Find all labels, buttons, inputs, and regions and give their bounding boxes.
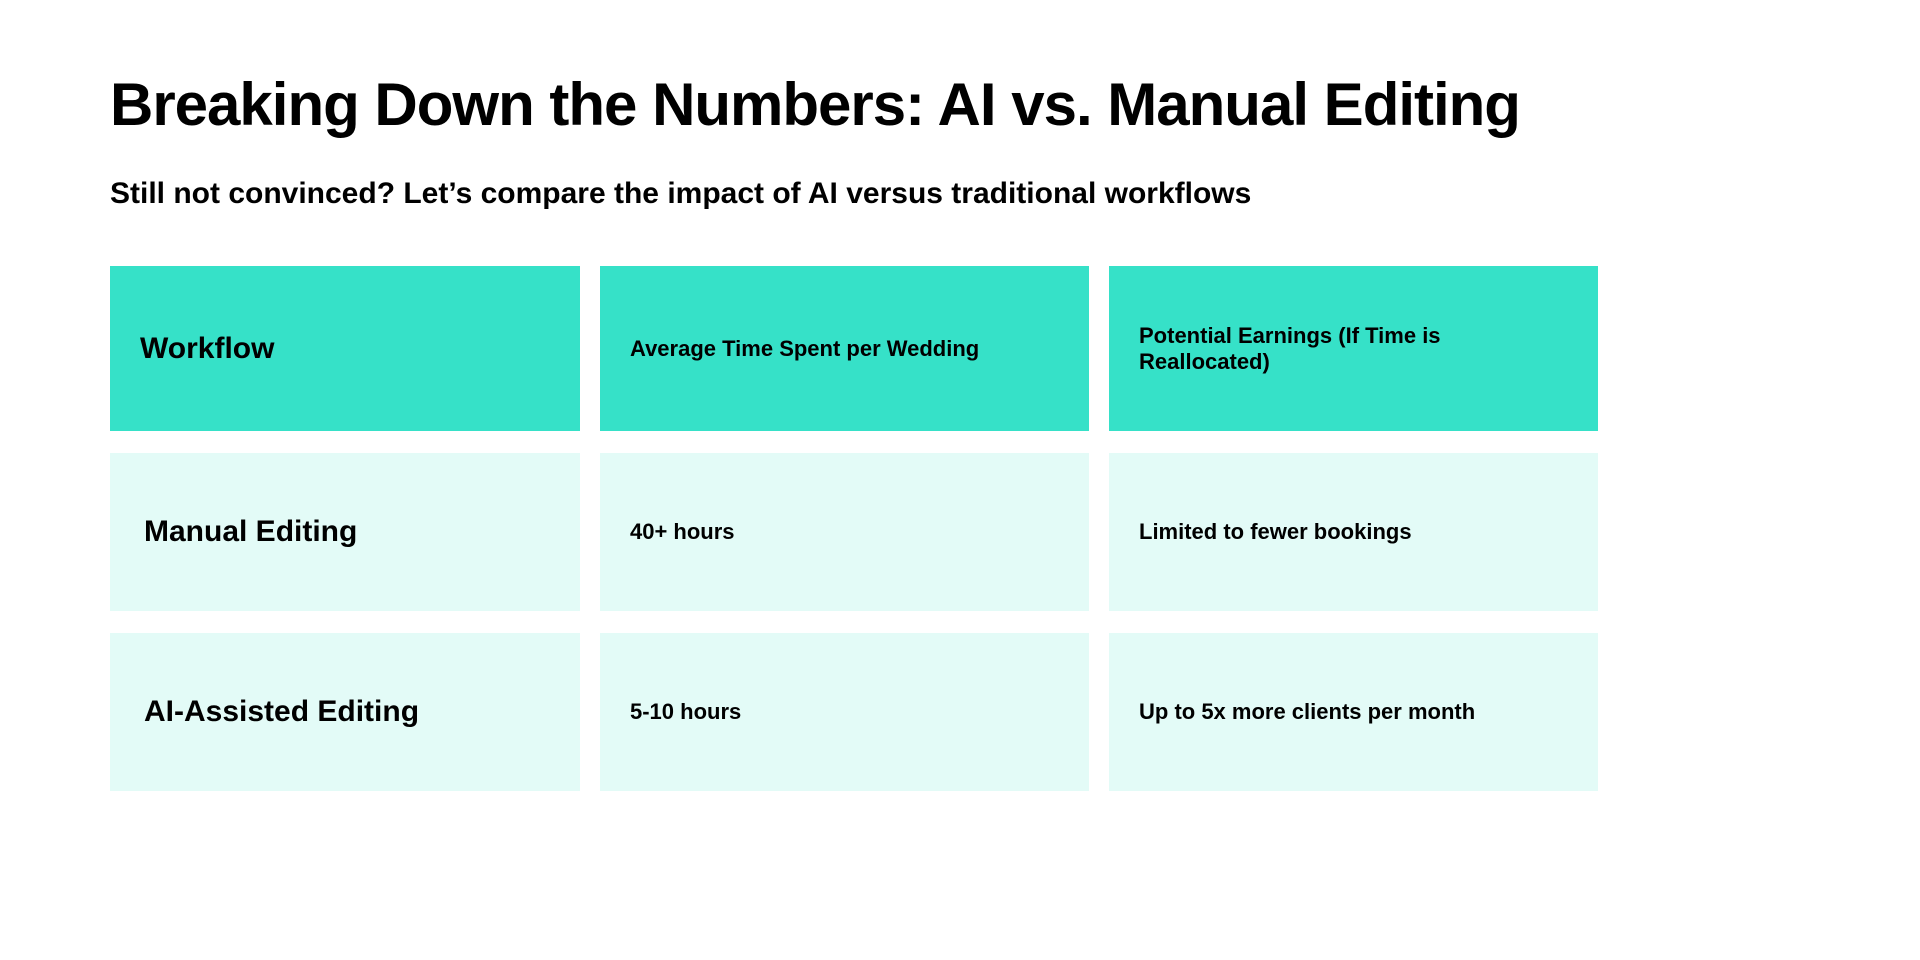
row-ai-workflow: AI-Assisted Editing (110, 633, 580, 791)
col-header-workflow: Workflow (110, 266, 580, 431)
row-manual-workflow: Manual Editing (110, 453, 580, 611)
col-header-time: Average Time Spent per Wedding (600, 266, 1089, 431)
row-ai-time: 5-10 hours (600, 633, 1089, 791)
row-manual-earnings: Limited to fewer bookings (1109, 453, 1598, 611)
row-ai-earnings: Up to 5x more clients per month (1109, 633, 1598, 791)
page-title: Breaking Down the Numbers: AI vs. Manual… (110, 70, 1810, 139)
col-header-earnings: Potential Earnings (If Time is Reallocat… (1109, 266, 1598, 431)
page-subtitle: Still not convinced? Let’s compare the i… (110, 177, 1810, 211)
comparison-table: Workflow Average Time Spent per Wedding … (110, 266, 1810, 791)
row-manual-time: 40+ hours (600, 453, 1089, 611)
